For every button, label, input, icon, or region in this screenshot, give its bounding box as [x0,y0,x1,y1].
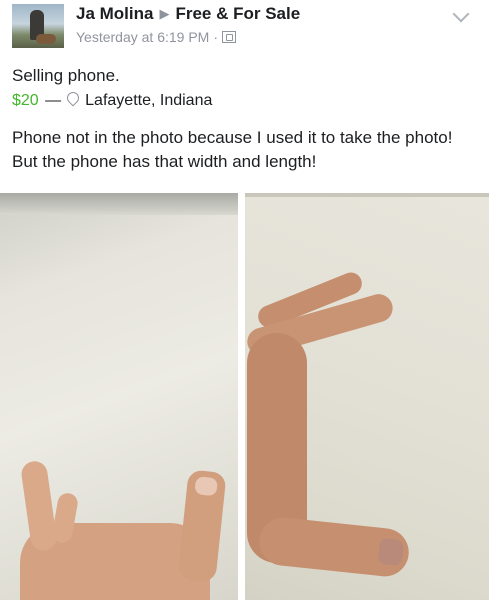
post-meta: Yesterday at 6:19 PM · [76,29,237,45]
avatar-dog-figure [36,34,56,44]
post-timestamp[interactable]: Yesterday at 6:19 PM [76,29,209,45]
group-audience-icon[interactable] [222,31,237,43]
listing-description: Phone not in the photo because I used it… [12,128,453,171]
listing-meta: $20 — Lafayette, Indiana [12,89,212,110]
triangle-right-icon: ▶ [159,6,170,21]
avatar[interactable] [12,4,64,48]
listing-location[interactable]: Lafayette, Indiana [85,92,212,109]
listing-photo-left[interactable] [0,193,238,600]
thumb-nail [377,537,405,567]
photo-edge-shadow [0,193,238,215]
listing-price: $20 [12,92,39,109]
thumb-nail [194,476,219,497]
listing-title: Selling phone. [12,66,120,85]
meta-dash: — [45,92,62,109]
photo-edge-shadow [245,193,489,197]
hand-index-finger [19,459,59,553]
post-header-title: Ja Molina ▶ Free & For Sale [76,4,300,24]
chevron-down-icon[interactable] [452,5,470,23]
hand-thumb [256,515,412,579]
map-pin-icon [64,89,82,107]
group-name[interactable]: Free & For Sale [175,4,300,23]
author-name[interactable]: Ja Molina [76,4,153,23]
post-header: Ja Molina ▶ Free & For Sale Yesterday at 6… [0,0,489,56]
listing-photo-right[interactable] [245,193,489,600]
hand-thumb [177,469,227,583]
meta-separator: · [213,29,219,45]
